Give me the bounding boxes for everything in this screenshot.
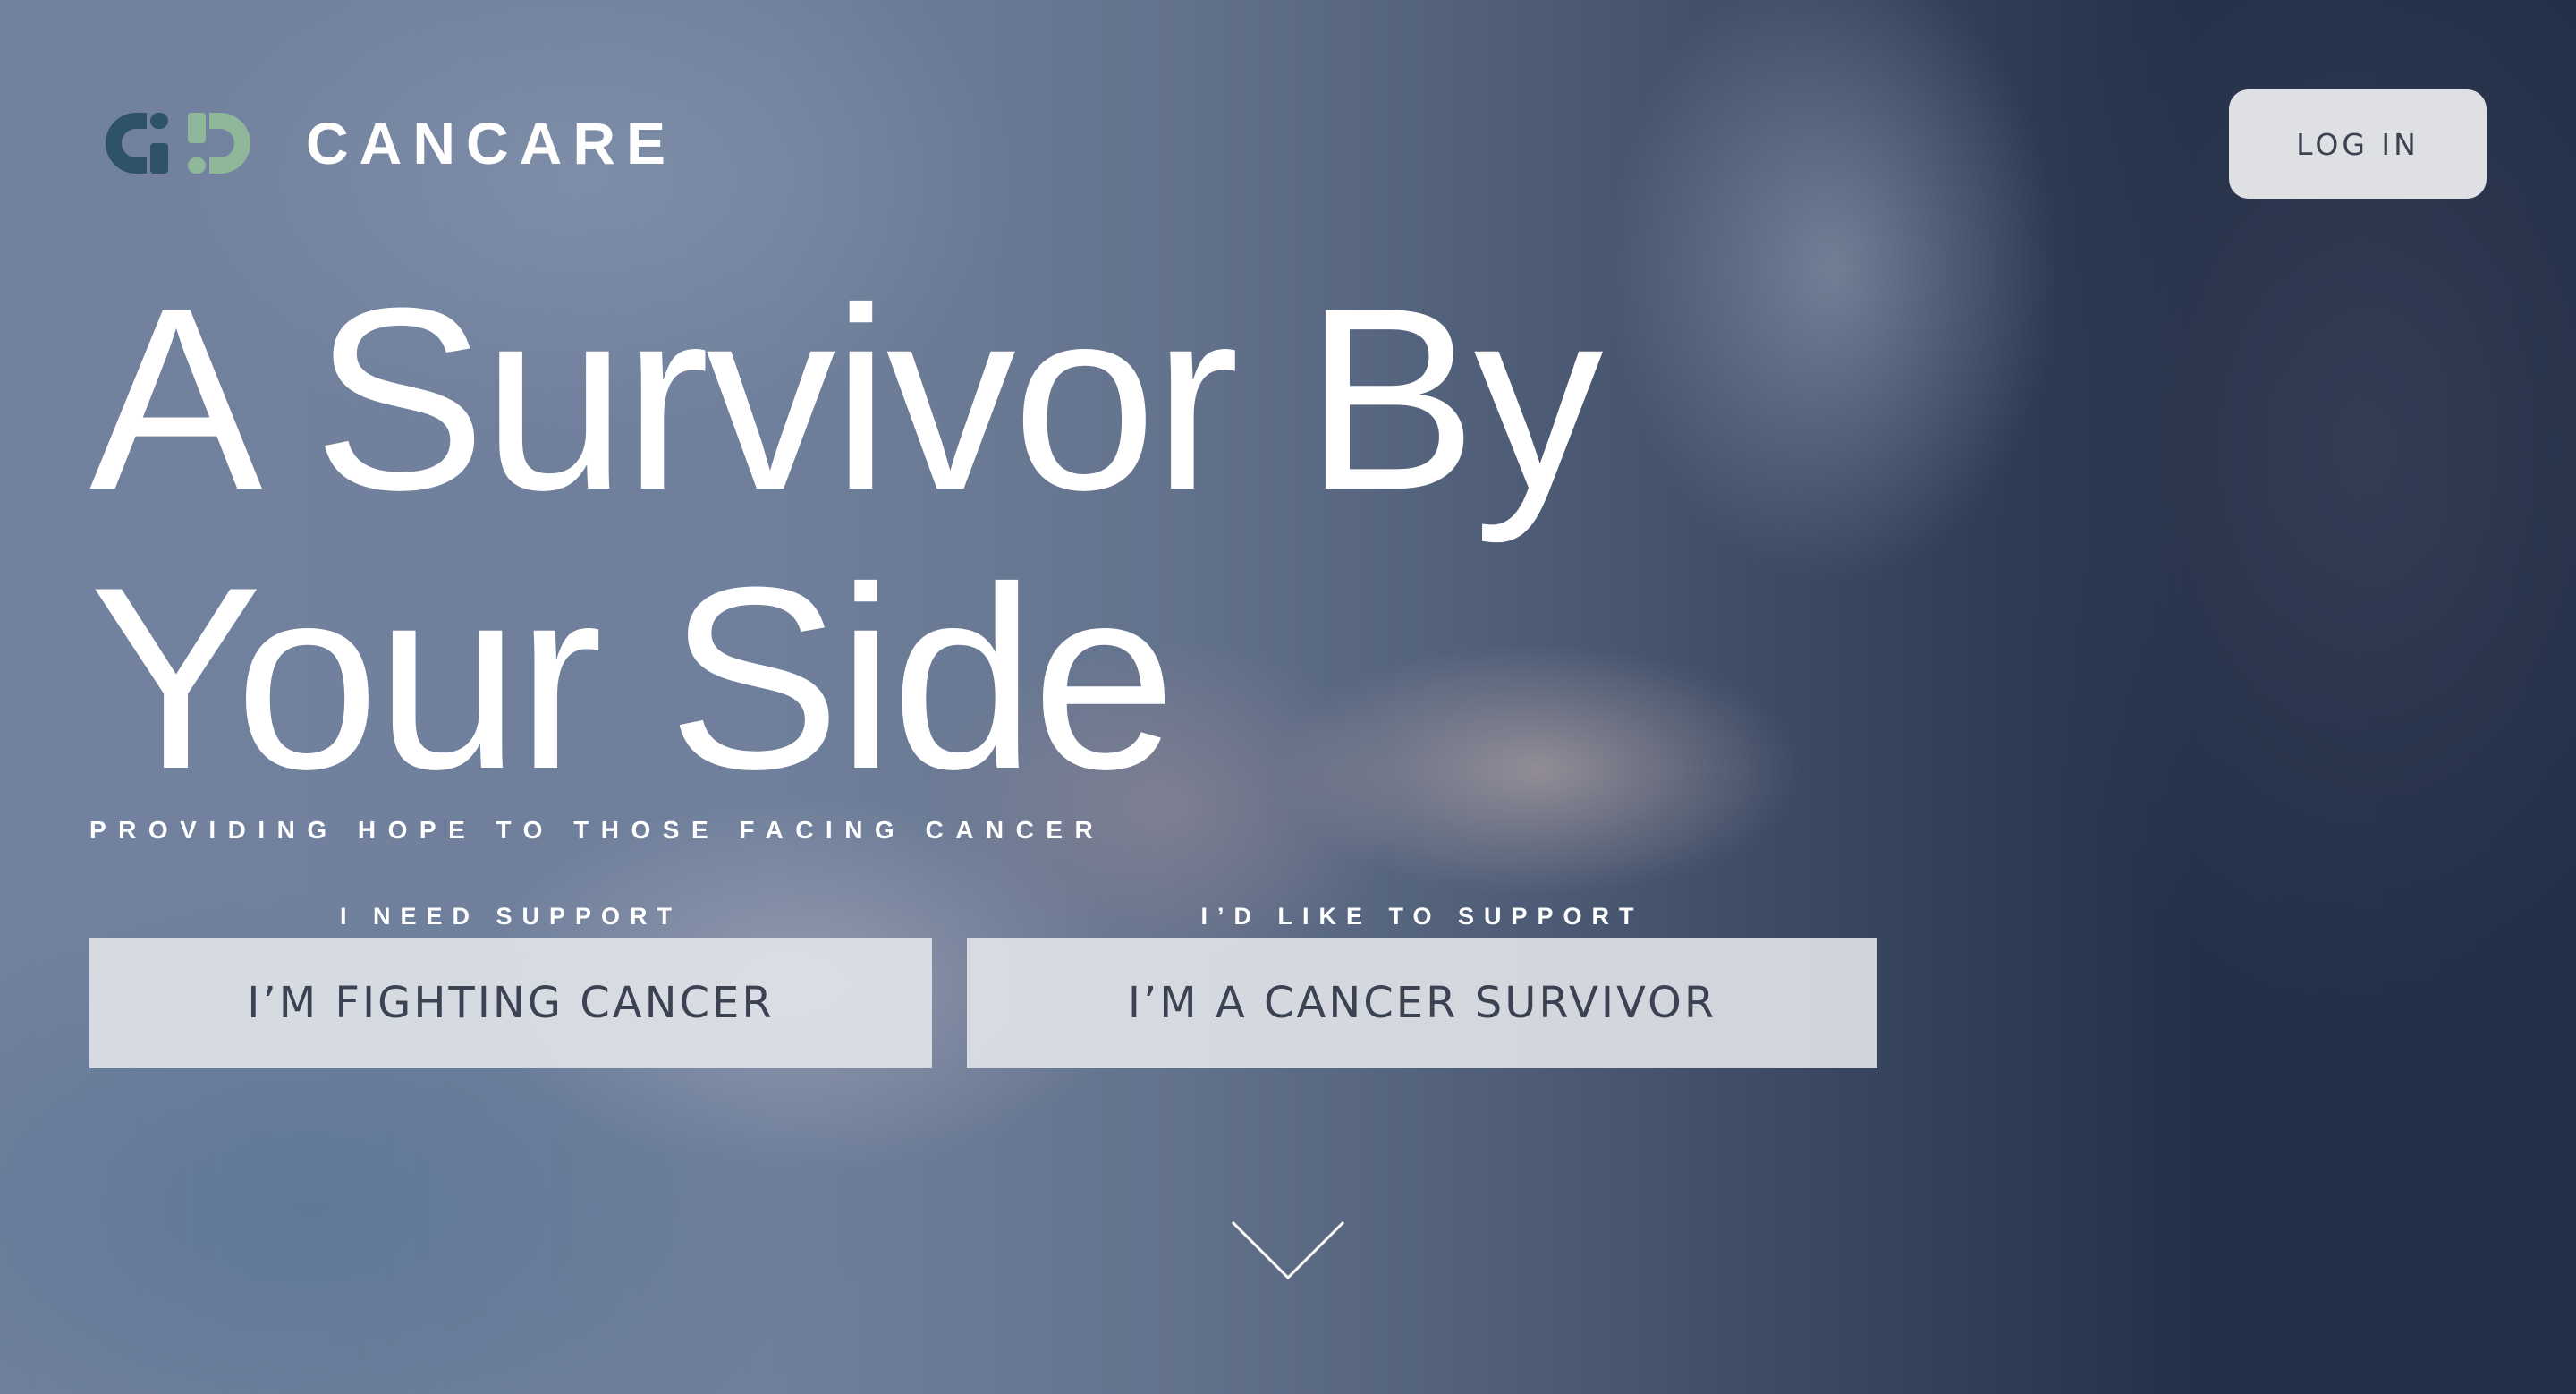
brand-name: CANCARE (306, 110, 676, 176)
logo-link[interactable]: CANCARE (100, 109, 676, 177)
login-button[interactable]: LOG IN (2229, 89, 2487, 199)
cta-group-like-to-support: I’D LIKE TO SUPPORT I’M A CANCER SURVIVO… (967, 898, 1877, 1068)
chevron-down-icon[interactable] (1229, 1219, 1347, 1283)
cancer-survivor-button[interactable]: I’M A CANCER SURVIVOR (967, 938, 1877, 1068)
cta-group-need-support: I NEED SUPPORT I’M FIGHTING CANCER (89, 898, 932, 1068)
cta-label-like-to-support: I’D LIKE TO SUPPORT (1200, 903, 1644, 930)
cancare-logo-icon (106, 113, 250, 174)
fighting-cancer-button[interactable]: I’M FIGHTING CANCER (89, 938, 932, 1068)
hero-headline: A Survivor By Your Side (89, 254, 1604, 823)
cta-label-need-support: I NEED SUPPORT (339, 903, 682, 930)
hero-tagline: PROVIDING HOPE TO THOSE FACING CANCER (89, 816, 1106, 844)
